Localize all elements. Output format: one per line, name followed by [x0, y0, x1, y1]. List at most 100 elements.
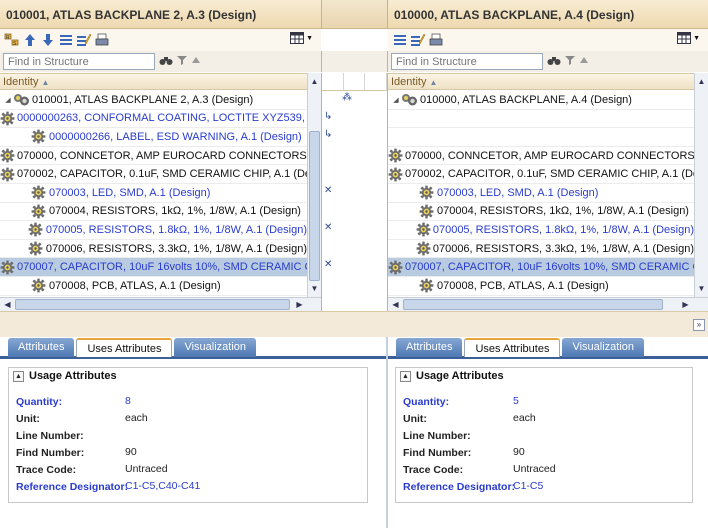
panel-splitter[interactable]: »: [0, 311, 708, 337]
part-gear-icon: [30, 278, 47, 293]
tree-row-label: 070003, LED, SMD, A.1 (Design): [49, 186, 211, 199]
right-horizontal-scrollbar[interactable]: ◀ ▶: [388, 297, 708, 311]
sort-asc-icon: ▲: [41, 78, 50, 87]
tree-row[interactable]: 070002, CAPACITOR, 0.1uF, SMD CERAMIC CH…: [0, 165, 307, 184]
tab-attributes[interactable]: Attributes: [396, 338, 463, 357]
tree-row[interactable]: 0000000266, LABEL, ESD WARNING, A.1 (Des…: [0, 128, 307, 147]
right-view-menu[interactable]: ▼: [677, 32, 700, 44]
compare-find-spacer: [321, 51, 388, 72]
grid-view-icon[interactable]: [290, 32, 305, 44]
tree-row[interactable]: 070007, CAPACITOR, 10uF 16volts 10%, SMD…: [388, 258, 694, 277]
tree-row[interactable]: 070003, LED, SMD, A.1 (Design): [388, 184, 694, 203]
column-header-label: Identity: [3, 76, 39, 88]
grid-view-icon[interactable]: [677, 32, 692, 44]
sort-asc-icon: ▲: [429, 78, 438, 87]
tree-row[interactable]: 070006, RESISTORS, 3.3kΩ, 1%, 1/8W, A.1 …: [388, 240, 694, 259]
right-vertical-scrollbar[interactable]: ▲ ▼: [694, 73, 708, 297]
move-up-icon[interactable]: [22, 32, 38, 48]
usage-attributes-title: Usage Attributes: [416, 370, 504, 382]
tree-row-label: 070007, CAPACITOR, 10uF 16volts 10%, SMD…: [405, 261, 694, 274]
tree-row[interactable]: 070007, CAPACITOR, 10uF 16volts 10%, SMD…: [0, 258, 307, 277]
part-gear-icon: [0, 260, 15, 275]
attr-label-unit: Unit:: [403, 413, 427, 425]
triangle-up-icon[interactable]: [191, 55, 201, 68]
tree-row[interactable]: 070000, CONNCETOR, AMP EUROCARD CONNECTO…: [0, 147, 307, 166]
print-icon[interactable]: [428, 32, 444, 48]
tab-uses-attributes[interactable]: Uses Attributes: [76, 338, 173, 357]
tree-row-empty: [388, 110, 694, 129]
edit-list-icon[interactable]: [76, 32, 92, 48]
attr-label-line-number: Line Number:: [16, 430, 84, 442]
left-find-input[interactable]: [3, 53, 155, 70]
collapse-icon[interactable]: »: [693, 319, 705, 331]
scroll-right-icon[interactable]: ▶: [679, 298, 692, 311]
scroll-left-icon[interactable]: ◀: [1, 298, 14, 311]
left-vertical-scrollbar[interactable]: ▲ ▼: [307, 73, 321, 297]
scroll-thumb[interactable]: [15, 299, 290, 310]
binoculars-icon[interactable]: [547, 54, 561, 69]
scroll-up-icon[interactable]: ▲: [695, 75, 708, 88]
scroll-left-icon[interactable]: ◀: [389, 298, 402, 311]
tree-row-root[interactable]: ◢ 010000, ATLAS BACKPLANE, A.4 (Design): [388, 91, 694, 110]
list-icon[interactable]: [392, 32, 408, 48]
left-horizontal-scrollbar[interactable]: ◀ ▶: [0, 297, 321, 311]
print-icon[interactable]: [94, 32, 110, 48]
tree-row-label: 070000, CONNCETOR, AMP EUROCARD CONNECTO…: [17, 149, 307, 162]
tab-visualization[interactable]: Visualization: [562, 338, 645, 357]
tree-row[interactable]: 070003, LED, SMD, A.1 (Design): [0, 184, 307, 203]
attr-value-trace-code: Untraced: [125, 463, 168, 475]
tree-row[interactable]: 070000, CONNCETOR, AMP EUROCARD CONNECTO…: [388, 147, 694, 166]
scroll-up-icon[interactable]: ▲: [308, 75, 321, 88]
edit-list-icon[interactable]: [410, 32, 426, 48]
tree-row[interactable]: 070004, RESISTORS, 1kΩ, 1%, 1/8W, A.1 (D…: [388, 203, 694, 222]
tree-row[interactable]: 070002, CAPACITOR, 0.1uF, SMD CERAMIC CH…: [388, 165, 694, 184]
assembly-icon: [13, 92, 30, 107]
part-gear-icon: [0, 148, 15, 163]
right-attribute-tabs: Attributes Uses Attributes Visualization: [388, 337, 708, 359]
right-column-header-identity[interactable]: Identity ▲: [388, 73, 708, 90]
tree-row-label: 070000, CONNCETOR, AMP EUROCARD CONNECTO…: [405, 149, 694, 162]
tree-row[interactable]: 070008, PCB, ATLAS, A.1 (Design): [388, 277, 694, 296]
tab-attributes[interactable]: Attributes: [8, 338, 75, 357]
filter-icon[interactable]: [177, 55, 187, 68]
right-find-input[interactable]: [391, 53, 543, 70]
attr-value-quantity: 5: [513, 395, 519, 407]
tree-row[interactable]: 070004, RESISTORS, 1kΩ, 1%, 1/8W, A.1 (D…: [0, 203, 307, 222]
pane-divider[interactable]: [386, 337, 388, 528]
collapse-section-icon[interactable]: ▲: [13, 370, 24, 382]
dropdown-caret-icon[interactable]: ▼: [306, 35, 313, 42]
tab-visualization[interactable]: Visualization: [174, 338, 257, 357]
scroll-down-icon[interactable]: ▼: [695, 282, 708, 295]
move-down-icon[interactable]: [40, 32, 56, 48]
filter-icon[interactable]: [565, 55, 575, 68]
part-gear-icon: [388, 148, 403, 163]
left-column-header-identity[interactable]: Identity ▲: [0, 73, 321, 90]
scroll-thumb[interactable]: [309, 131, 320, 281]
dropdown-caret-icon[interactable]: ▼: [693, 35, 700, 42]
tree-row[interactable]: 070006, RESISTORS, 3.3kΩ, 1%, 1/8W, A.1 …: [0, 240, 307, 259]
binoculars-icon[interactable]: [159, 54, 173, 69]
tree-row[interactable]: 0000000263, CONFORMAL COATING, LOCTITE X…: [0, 110, 307, 129]
scroll-right-icon[interactable]: ▶: [293, 298, 306, 311]
triangle-up-icon[interactable]: [579, 55, 589, 68]
expand-all-icon[interactable]: RS: [4, 32, 20, 48]
tree-row[interactable]: 070005, RESISTORS, 1.8kΩ, 1%, 1/8W, A.1 …: [388, 221, 694, 240]
tree-row-label: 070002, CAPACITOR, 0.1uF, SMD CERAMIC CH…: [405, 168, 694, 181]
scroll-thumb[interactable]: [403, 299, 663, 310]
expander-icon[interactable]: ◢: [3, 96, 13, 104]
scroll-down-icon[interactable]: ▼: [308, 282, 321, 295]
tab-uses-attributes[interactable]: Uses Attributes: [464, 338, 561, 357]
left-find-bar: [0, 51, 321, 72]
usage-attributes-header[interactable]: ▲ Usage Attributes: [400, 370, 504, 382]
added-marker-icon: ↳: [324, 129, 333, 140]
expander-icon[interactable]: ◢: [391, 96, 401, 104]
usage-attributes-header[interactable]: ▲ Usage Attributes: [13, 370, 117, 382]
list-icon[interactable]: [58, 32, 74, 48]
collapse-section-icon[interactable]: ▲: [400, 370, 411, 382]
tree-row-root[interactable]: ◢ 010001, ATLAS BACKPLANE 2, A.3 (Design): [0, 91, 307, 110]
attr-label-find-number: Find Number:: [403, 447, 472, 459]
left-view-menu[interactable]: ▼: [290, 32, 313, 44]
tree-row[interactable]: 070005, RESISTORS, 1.8kΩ, 1%, 1/8W, A.1 …: [0, 221, 307, 240]
tree-row[interactable]: 070008, PCB, ATLAS, A.1 (Design): [0, 277, 307, 296]
right-toolbar: ▼: [388, 29, 708, 51]
